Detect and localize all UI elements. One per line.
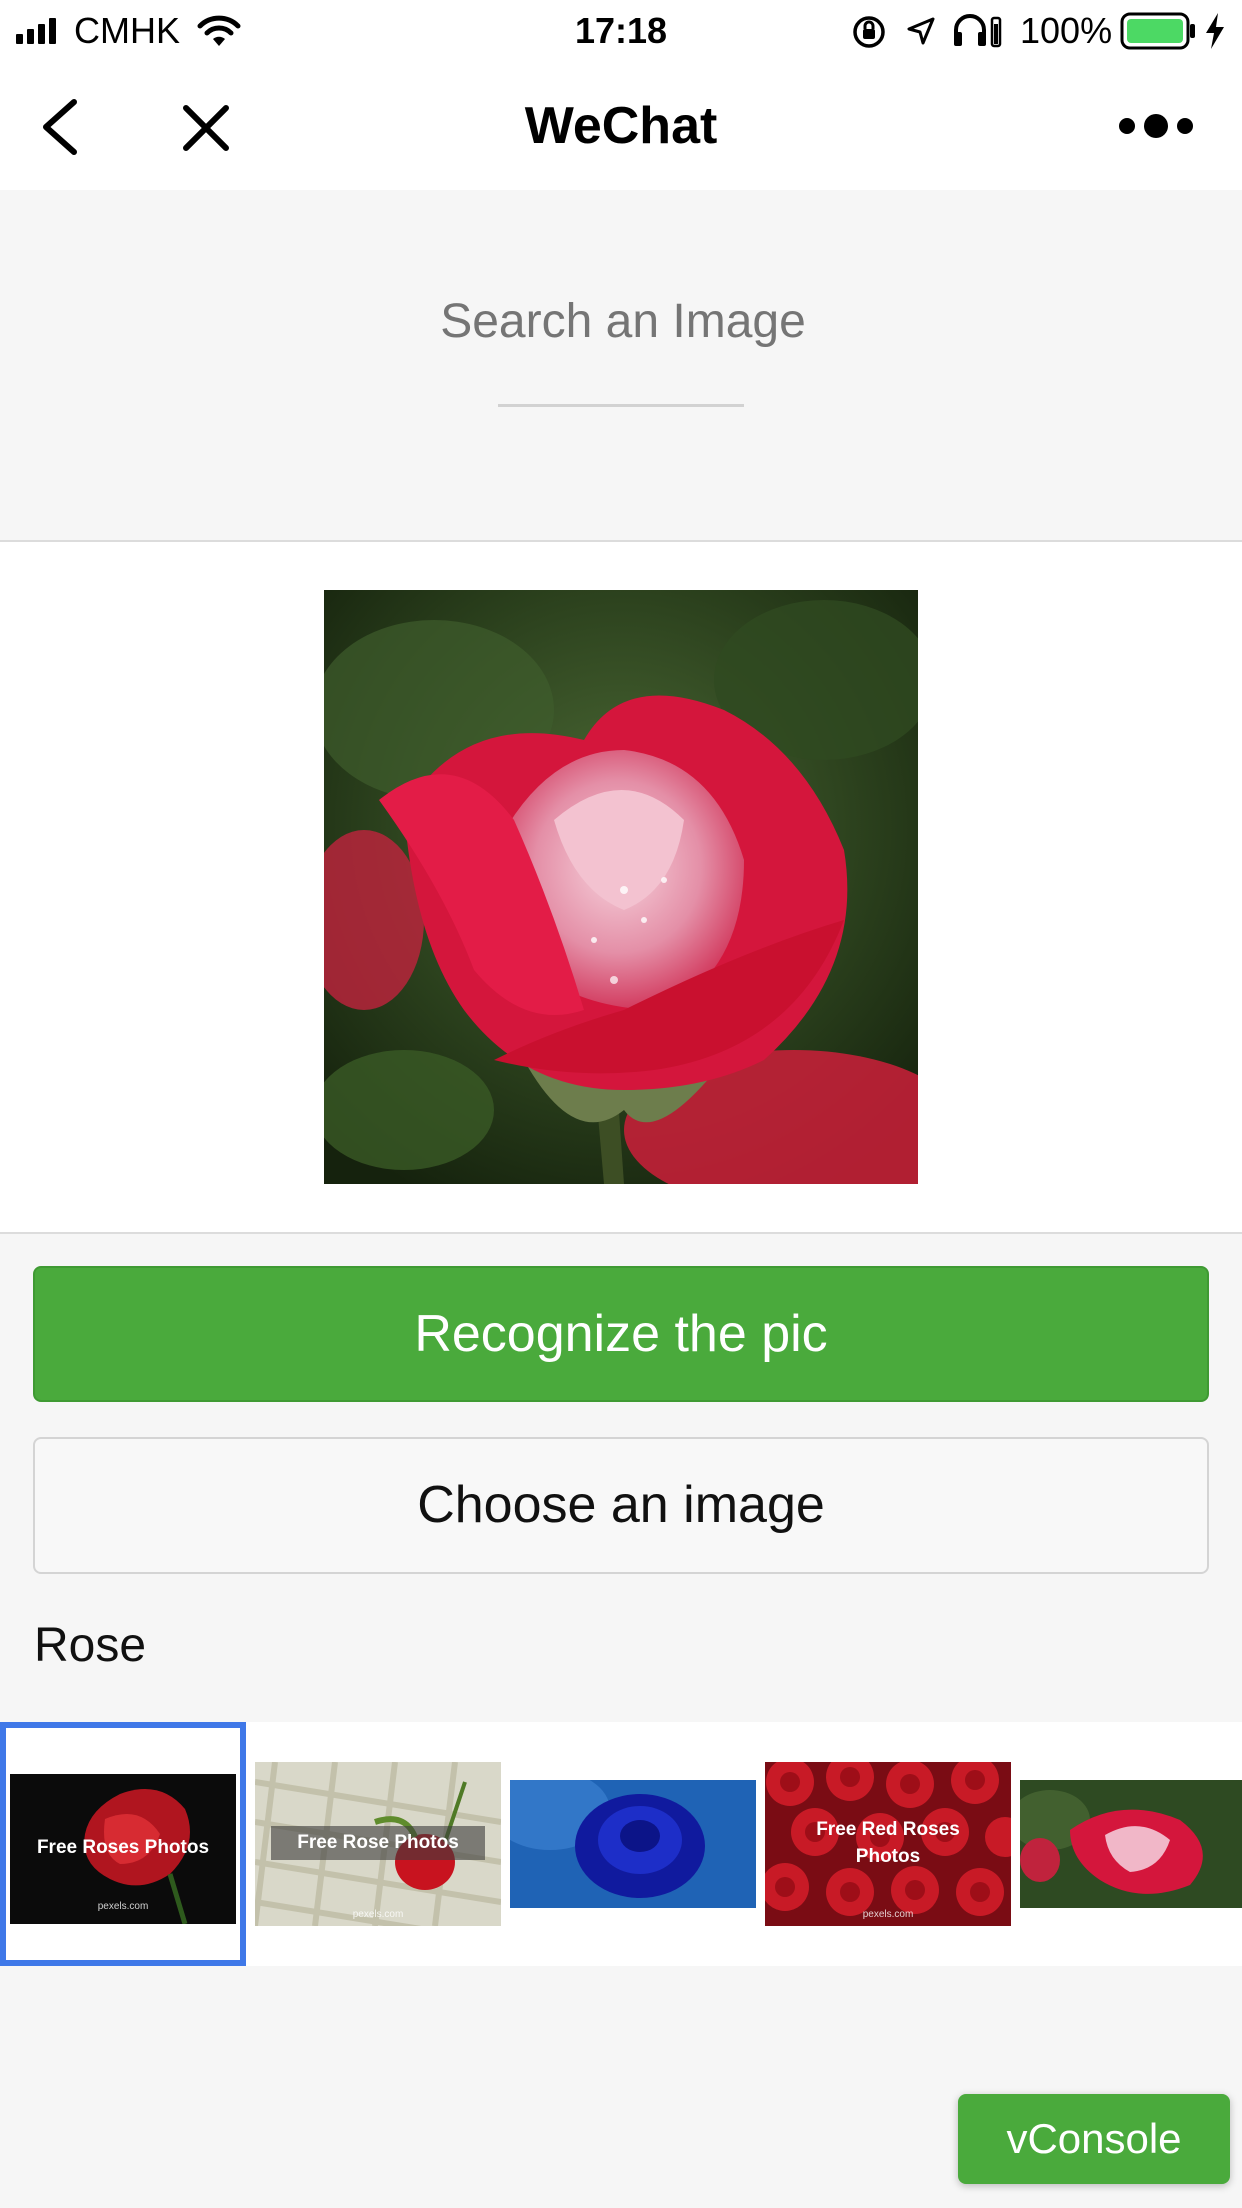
thumbnail-caption: Free Rose Photos — [297, 1832, 459, 1853]
search-underline — [498, 404, 744, 407]
thumbnail-item[interactable] — [1020, 1722, 1242, 1966]
thumbnail-caption-line1: Free Red Roses — [816, 1819, 960, 1840]
choose-image-button[interactable]: Choose an image — [33, 1437, 1209, 1574]
thumbnail-item[interactable]: Free Roses Photos pexels.com — [0, 1722, 246, 1966]
battery-percent: 100% — [1020, 10, 1113, 51]
thumbnail-item[interactable]: Free Rose Photos pexels.com — [255, 1722, 501, 1966]
thumbnail-caption: Free Roses Photos — [36, 1837, 210, 1858]
preview-area — [0, 542, 1242, 1234]
vconsole-button[interactable]: vConsole — [958, 2094, 1230, 2184]
search-area — [0, 190, 1242, 542]
status-bar: CMHK 17:18 100% — [0, 0, 1242, 62]
battery-icon — [1120, 12, 1195, 50]
search-input[interactable] — [330, 280, 916, 362]
thumbnail-caption-line2: Photos — [855, 1846, 921, 1867]
thumbnail-strip: Free Roses Photos pexels.com Free Rose P… — [0, 1722, 1242, 1966]
thumbnail-watermark: pexels.com — [97, 1901, 149, 1912]
nav-bar: WeChat — [0, 62, 1242, 190]
thumbnail-item[interactable]: Free Red Roses Photos pexels.com — [765, 1722, 1011, 1966]
recognize-button[interactable]: Recognize the pic — [33, 1266, 1209, 1402]
location-icon — [907, 17, 935, 45]
orientation-lock-icon — [853, 16, 885, 48]
headphones-icon — [954, 14, 1002, 48]
thumbnail-watermark: pexels.com — [862, 1909, 914, 1920]
thumbnail-item[interactable] — [510, 1722, 756, 1966]
page-title: WeChat — [524, 97, 718, 155]
rose-preview-image — [324, 590, 918, 1184]
result-label: Rose — [34, 1619, 147, 1672]
charging-bolt-icon — [1206, 13, 1224, 49]
thumbnail-watermark: pexels.com — [352, 1909, 404, 1920]
more-icon[interactable] — [1118, 112, 1194, 140]
